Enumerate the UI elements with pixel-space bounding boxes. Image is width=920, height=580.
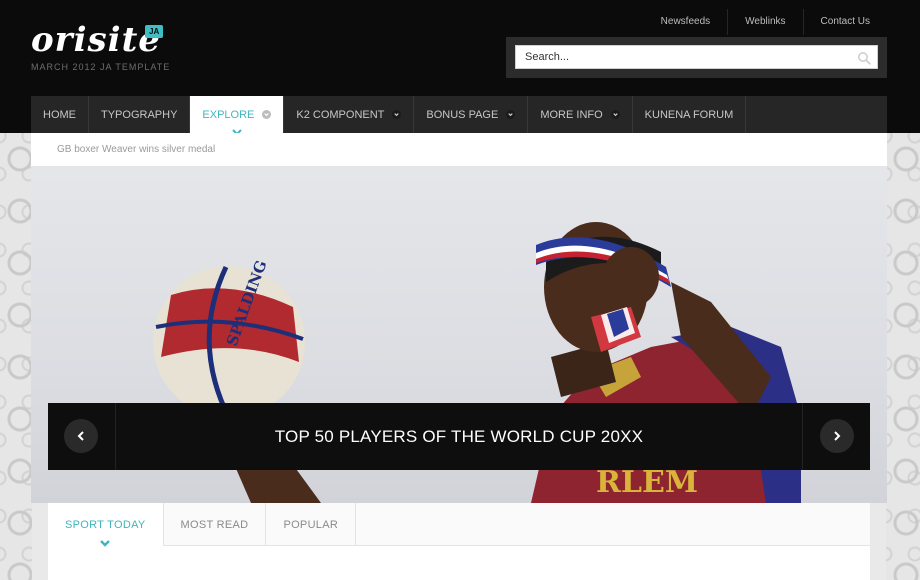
nav-item-label: EXPLORE: [202, 108, 255, 121]
logo-badge: JA: [145, 25, 164, 38]
slide-caption[interactable]: TOP 50 PLAYERS OF THE WORLD CUP 20XX: [48, 427, 870, 447]
background-pattern-left: [0, 133, 32, 580]
chevron-down-icon: [262, 110, 272, 119]
chevron-down-icon: [100, 540, 111, 547]
nav-item-more-info[interactable]: MORE INFO: [528, 96, 633, 133]
ticker-headline[interactable]: GB boxer Weaver wins silver medal: [57, 144, 215, 155]
logo-subtitle: MARCH 2012 JA TEMPLATE: [31, 62, 171, 72]
nav-item-bonus-page[interactable]: BONUS PAGE: [414, 96, 529, 133]
search-input[interactable]: [515, 45, 878, 69]
site-logo[interactable]: orisite JA MARCH 2012 JA TEMPLATE: [31, 20, 181, 74]
chevron-down-icon: [392, 110, 402, 119]
nav-item-explore[interactable]: EXPLORE: [190, 96, 285, 136]
search-icon[interactable]: [857, 51, 871, 65]
logo-wordmark: orisite: [31, 20, 161, 60]
news-tabs-panel: SPORT TODAY MOST READ POPULAR: [48, 503, 870, 580]
tab-label: MOST READ: [180, 518, 249, 531]
nav-item-k2-component[interactable]: K2 COMPONENT: [284, 96, 415, 133]
tab-most-read[interactable]: MOST READ: [164, 503, 267, 546]
chevron-down-icon: [506, 110, 516, 119]
main-nav: HOME TYPOGRAPHY EXPLORE K2 COMPONENT BON…: [31, 96, 887, 136]
nav-item-label: K2 COMPONENT: [296, 108, 385, 121]
news-tabs: SPORT TODAY MOST READ POPULAR: [48, 503, 870, 547]
toplink-weblinks[interactable]: Weblinks: [727, 9, 802, 35]
nav-item-typography[interactable]: TYPOGRAPHY: [89, 96, 191, 133]
background-pattern-right: [886, 133, 920, 580]
jersey-lettering: RLEM: [596, 465, 698, 500]
slide-caption-bar: TOP 50 PLAYERS OF THE WORLD CUP 20XX: [48, 403, 870, 470]
search-box: [506, 37, 887, 78]
nav-item-label: MORE INFO: [540, 108, 603, 121]
tab-popular[interactable]: POPULAR: [266, 503, 357, 546]
toplink-contact-us[interactable]: Contact Us: [802, 9, 887, 35]
toplink-newsfeeds[interactable]: Newsfeeds: [644, 9, 727, 35]
nav-item-home[interactable]: HOME: [31, 96, 89, 133]
tab-label: POPULAR: [283, 518, 339, 531]
chevron-down-icon: [610, 110, 620, 119]
chevron-right-icon: [834, 431, 841, 441]
top-links: Newsfeeds Weblinks Contact Us: [644, 9, 887, 35]
site-header: orisite JA MARCH 2012 JA TEMPLATE Newsfe…: [0, 0, 920, 136]
nav-item-label: KUNENA FORUM: [644, 108, 734, 121]
slideshow: RLEM SPALDING TOP 50 PLAYERS OF THE WORL…: [31, 167, 887, 503]
news-ticker: GB boxer Weaver wins silver medal: [31, 133, 887, 167]
tab-label: SPORT TODAY: [65, 518, 146, 531]
nav-item-label: HOME: [43, 108, 76, 121]
nav-item-label: BONUS PAGE: [426, 108, 499, 121]
slide-next-button[interactable]: [820, 419, 854, 453]
nav-item-label: TYPOGRAPHY: [101, 108, 178, 121]
nav-item-kunena-forum[interactable]: KUNENA FORUM: [633, 96, 747, 133]
tab-sport-today[interactable]: SPORT TODAY: [48, 503, 164, 547]
